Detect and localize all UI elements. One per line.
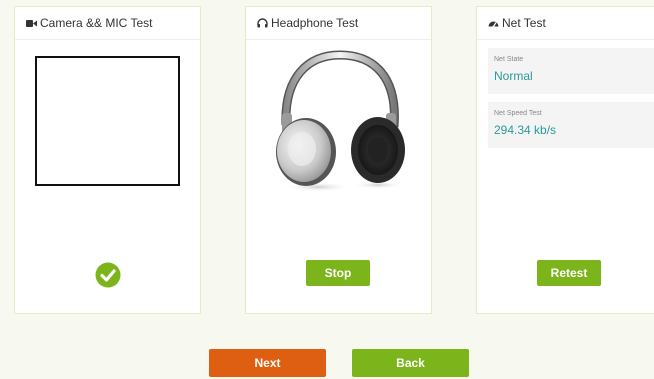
headphone-icon bbox=[257, 18, 268, 28]
net-panel-header: Net Test bbox=[477, 7, 654, 40]
camera-panel-header: Camera && MIC Test bbox=[15, 7, 200, 40]
headphone-panel-title: Headphone Test bbox=[271, 16, 359, 30]
net-state-label: Net State bbox=[494, 56, 524, 63]
net-speed-card: Net Speed Test 294.34 kb/s bbox=[488, 102, 654, 148]
video-camera-icon bbox=[26, 19, 37, 28]
camera-panel-title: Camera && MIC Test bbox=[40, 16, 153, 30]
net-test-panel: Net Test Net State Normal Net Speed Test… bbox=[476, 6, 654, 314]
back-button[interactable]: Back bbox=[352, 349, 469, 377]
retest-button[interactable]: Retest bbox=[537, 260, 601, 286]
check-circle-icon bbox=[95, 262, 121, 293]
net-panel-title: Net Test bbox=[502, 16, 546, 30]
next-button[interactable]: Next bbox=[209, 349, 326, 377]
stop-button[interactable]: Stop bbox=[306, 260, 370, 286]
camera-mic-test-panel: Camera && MIC Test bbox=[14, 6, 201, 314]
headphone-test-panel: Headphone Test Stop bbox=[245, 6, 432, 314]
net-state-card: Net State Normal bbox=[488, 48, 654, 94]
net-state-value: Normal bbox=[494, 69, 533, 83]
camera-preview bbox=[35, 56, 180, 186]
net-speed-label: Net Speed Test bbox=[494, 110, 542, 117]
headphones-image bbox=[268, 47, 410, 202]
net-speed-value: 294.34 kb/s bbox=[494, 123, 557, 137]
dashboard-icon bbox=[488, 18, 499, 28]
headphone-panel-header: Headphone Test bbox=[246, 7, 431, 40]
